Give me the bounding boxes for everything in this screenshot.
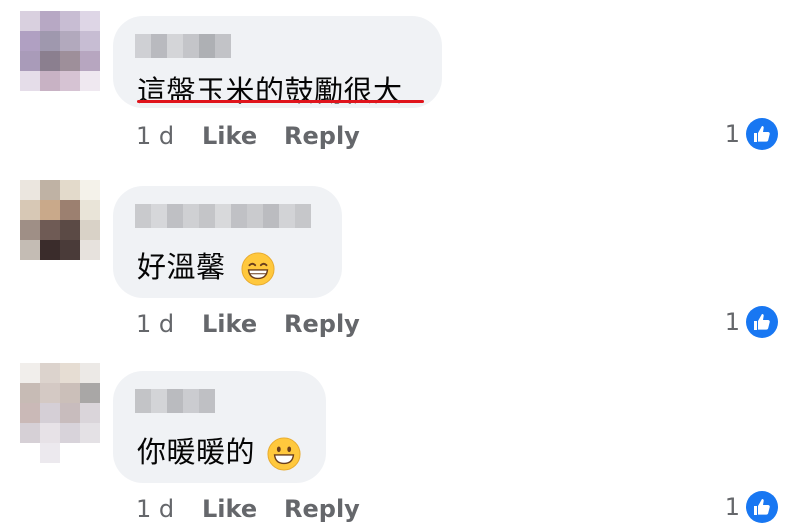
avatar[interactable] xyxy=(20,11,100,91)
comment-text-body: 你暖暖的 xyxy=(137,435,256,469)
timestamp[interactable]: 1 d xyxy=(136,495,202,523)
timestamp[interactable]: 1 d xyxy=(136,122,202,150)
reply-link[interactable]: Reply xyxy=(284,495,360,523)
comment-bubble: 好溫馨 xyxy=(113,186,342,298)
comment-actions: 1 d Like Reply xyxy=(136,310,360,338)
comment-actions: 1 d Like Reply xyxy=(136,122,360,150)
red-underline xyxy=(137,100,424,103)
reaction-count: 1 xyxy=(724,308,740,336)
comment-bubble: 你暖暖的 xyxy=(113,371,326,483)
grinning-face-smiling-eyes-icon xyxy=(241,252,275,286)
reaction-summary[interactable]: 1 xyxy=(725,491,778,523)
like-link[interactable]: Like xyxy=(202,310,284,338)
comment-text: 你暖暖的 xyxy=(137,429,301,471)
reaction-summary[interactable]: 1 xyxy=(725,306,778,338)
author-name-blurred[interactable] xyxy=(135,204,311,228)
comment-text: 這盤玉米的鼓勵很大 xyxy=(137,74,403,108)
timestamp[interactable]: 1 d xyxy=(136,310,202,338)
avatar[interactable] xyxy=(20,180,100,260)
comment-text: 好溫馨 xyxy=(137,244,275,286)
reaction-count: 1 xyxy=(724,493,740,521)
reaction-count: 1 xyxy=(724,120,740,148)
author-name-blurred[interactable] xyxy=(135,389,215,413)
reaction-summary[interactable]: 1 xyxy=(725,118,778,150)
comment-actions: 1 d Like Reply xyxy=(136,495,360,523)
comment-bubble: 這盤玉米的鼓勵很大 xyxy=(113,16,442,108)
thumbs-up-icon xyxy=(746,491,778,523)
comment-text-body: 好溫馨 xyxy=(137,250,226,284)
avatar[interactable] xyxy=(20,363,100,463)
reply-link[interactable]: Reply xyxy=(284,122,360,150)
like-link[interactable]: Like xyxy=(202,122,284,150)
grinning-face-icon xyxy=(267,437,301,471)
thumbs-up-icon xyxy=(746,306,778,338)
reply-link[interactable]: Reply xyxy=(284,310,360,338)
like-link[interactable]: Like xyxy=(202,495,284,523)
author-name-blurred[interactable] xyxy=(135,34,231,58)
thumbs-up-icon xyxy=(746,118,778,150)
